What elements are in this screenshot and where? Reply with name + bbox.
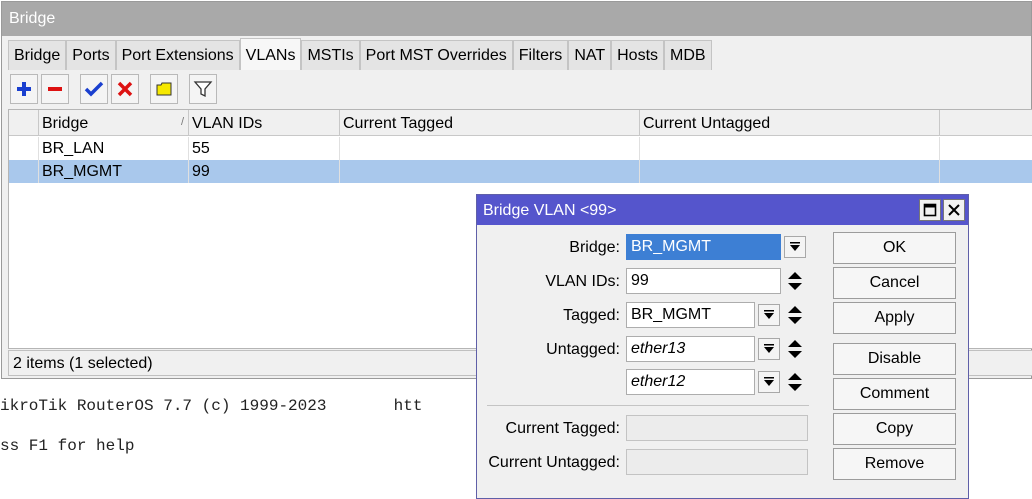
toolbar <box>10 74 220 106</box>
column-header-bridge[interactable]: Bridge / <box>39 110 189 136</box>
table-header: Bridge / VLAN IDs Current Tagged Current… <box>9 110 1032 136</box>
dropdown-arrow-icon <box>764 310 774 319</box>
comment-icon <box>156 82 172 96</box>
filter-icon <box>193 81 213 98</box>
untagged-dropdown-button-1[interactable] <box>758 338 780 360</box>
tab-port-extensions[interactable]: Port Extensions <box>115 40 240 70</box>
column-header-current-tagged[interactable]: Current Tagged <box>340 110 640 136</box>
tagged-select[interactable]: BR_MGMT <box>626 302 755 328</box>
untagged-dropdown-button-2[interactable] <box>758 371 780 393</box>
cell-current-tagged <box>340 137 640 160</box>
up-down-arrows-icon <box>788 306 802 324</box>
separator <box>487 405 809 406</box>
untagged-updown-1[interactable] <box>786 336 804 362</box>
tab-filters[interactable]: Filters <box>512 40 569 70</box>
disable-button[interactable]: Disable <box>833 343 956 375</box>
minus-icon <box>48 87 62 91</box>
vlan-ids-input[interactable]: 99 <box>626 268 781 294</box>
cross-icon <box>117 81 133 97</box>
up-down-arrows-icon <box>788 272 802 290</box>
current-tagged-field <box>626 415 808 441</box>
current-untagged-label: Current Untagged: <box>488 454 620 471</box>
current-untagged-field <box>626 449 808 475</box>
column-header-vlan-ids[interactable]: VLAN IDs <box>189 110 340 136</box>
untagged-updown-2[interactable] <box>786 369 804 395</box>
tagged-dropdown-button[interactable] <box>758 304 780 326</box>
column-header-current-untagged[interactable]: Current Untagged <box>640 110 940 136</box>
remove-button[interactable]: Remove <box>833 448 956 480</box>
cell-current-untagged <box>640 160 940 183</box>
tab-ports[interactable]: Ports <box>66 40 116 70</box>
tab-port-mst-overrides[interactable]: Port MST Overrides <box>359 40 513 70</box>
row-marker <box>9 137 39 160</box>
untagged-label: Untagged: <box>546 341 620 358</box>
terminal-line: ss F1 for help <box>0 437 135 455</box>
close-icon <box>948 204 960 216</box>
tab-mstis[interactable]: MSTIs <box>301 40 360 70</box>
plus-icon <box>17 82 31 96</box>
tagged-updown[interactable] <box>786 302 804 328</box>
close-button[interactable] <box>943 199 965 221</box>
untagged-select-2[interactable]: ether12 <box>626 369 755 395</box>
window-title: Bridge <box>2 2 1031 36</box>
column-header-label: Bridge <box>42 115 89 132</box>
comment-button[interactable]: Comment <box>833 378 956 410</box>
tab-mdb[interactable]: MDB <box>664 40 712 70</box>
comment-button[interactable] <box>150 74 178 104</box>
tagged-label: Tagged: <box>563 307 620 324</box>
bridge-vlan-dialog: Bridge VLAN <99> Bridge: BR_MGMT VLAN ID… <box>476 194 969 499</box>
cell-vlan-ids: 99 <box>189 160 340 183</box>
copy-button[interactable]: Copy <box>833 413 956 445</box>
dropdown-arrow-icon <box>764 344 774 353</box>
tab-nat[interactable]: NAT <box>568 40 612 70</box>
remove-button[interactable] <box>41 74 69 104</box>
row-marker <box>9 160 39 183</box>
enable-button[interactable] <box>80 74 108 104</box>
untagged-select-1[interactable]: ether13 <box>626 336 755 362</box>
apply-button[interactable]: Apply <box>833 302 956 334</box>
dropdown-arrow-icon <box>764 377 774 386</box>
cell-current-tagged <box>340 160 640 183</box>
dropdown-arrow-icon <box>790 242 800 251</box>
cell-bridge: BR_LAN <box>39 137 189 160</box>
column-header-blank <box>9 110 39 136</box>
up-down-arrows-icon <box>788 340 802 358</box>
tab-bridge[interactable]: Bridge <box>8 40 67 70</box>
terminal-line: ikroTik RouterOS 7.7 (c) 1999-2023 htt <box>0 397 423 415</box>
filter-button[interactable] <box>189 74 217 104</box>
table-row-selected[interactable]: BR_MGMT 99 <box>9 160 1032 183</box>
cancel-button[interactable]: Cancel <box>833 267 956 299</box>
tab-vlans[interactable]: VLANs <box>239 38 302 70</box>
cell-current-untagged <box>640 137 940 160</box>
tab-bar: Bridge Ports Port Extensions VLANs MSTIs… <box>8 38 712 70</box>
up-down-arrows-icon <box>788 373 802 391</box>
disable-button[interactable] <box>111 74 139 104</box>
cell-vlan-ids: 55 <box>189 137 340 160</box>
current-tagged-label: Current Tagged: <box>505 420 620 437</box>
table-row[interactable]: BR_LAN 55 <box>9 137 1032 160</box>
ok-button[interactable]: OK <box>833 232 956 264</box>
sort-icon: / <box>180 116 184 128</box>
dialog-title[interactable]: Bridge VLAN <99> <box>477 195 968 225</box>
vlan-ids-updown[interactable] <box>786 268 804 294</box>
add-button[interactable] <box>10 74 38 104</box>
tab-hosts[interactable]: Hosts <box>611 40 665 70</box>
maximize-button[interactable] <box>919 199 941 221</box>
bridge-dropdown-button[interactable] <box>784 236 806 258</box>
cell-bridge: BR_MGMT <box>39 160 189 183</box>
vlan-ids-label: VLAN IDs: <box>545 273 620 290</box>
check-icon <box>84 81 104 97</box>
bridge-label: Bridge: <box>569 239 620 256</box>
maximize-icon <box>923 203 937 217</box>
bridge-select[interactable]: BR_MGMT <box>626 234 781 260</box>
